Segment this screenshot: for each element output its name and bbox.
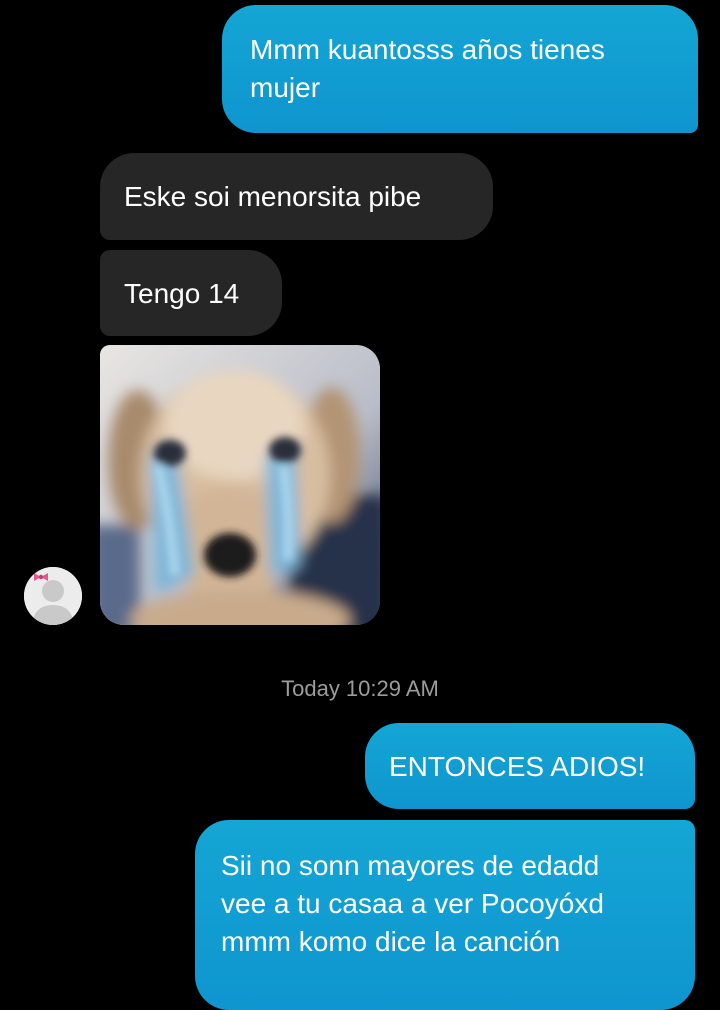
received-message-bubble[interactable]: Eske soi menorsita pibe (100, 153, 493, 240)
crying-puppy-photo (100, 345, 380, 625)
received-image-message[interactable] (100, 345, 380, 625)
contact-avatar[interactable] (24, 567, 82, 625)
sent-message-bubble[interactable]: ENTONCES ADIOS! (365, 723, 695, 809)
received-message-bubble[interactable]: Tengo 14 (100, 250, 282, 336)
message-timestamp: Today 10:29 AM (281, 676, 439, 701)
sent-message-bubble[interactable]: Sii no sonn mayores de edadd vee a tu ca… (195, 820, 695, 1010)
sent-message-bubble[interactable]: Mmm kuantosss años tienes mujer (222, 5, 698, 133)
default-profile-icon (24, 567, 82, 625)
